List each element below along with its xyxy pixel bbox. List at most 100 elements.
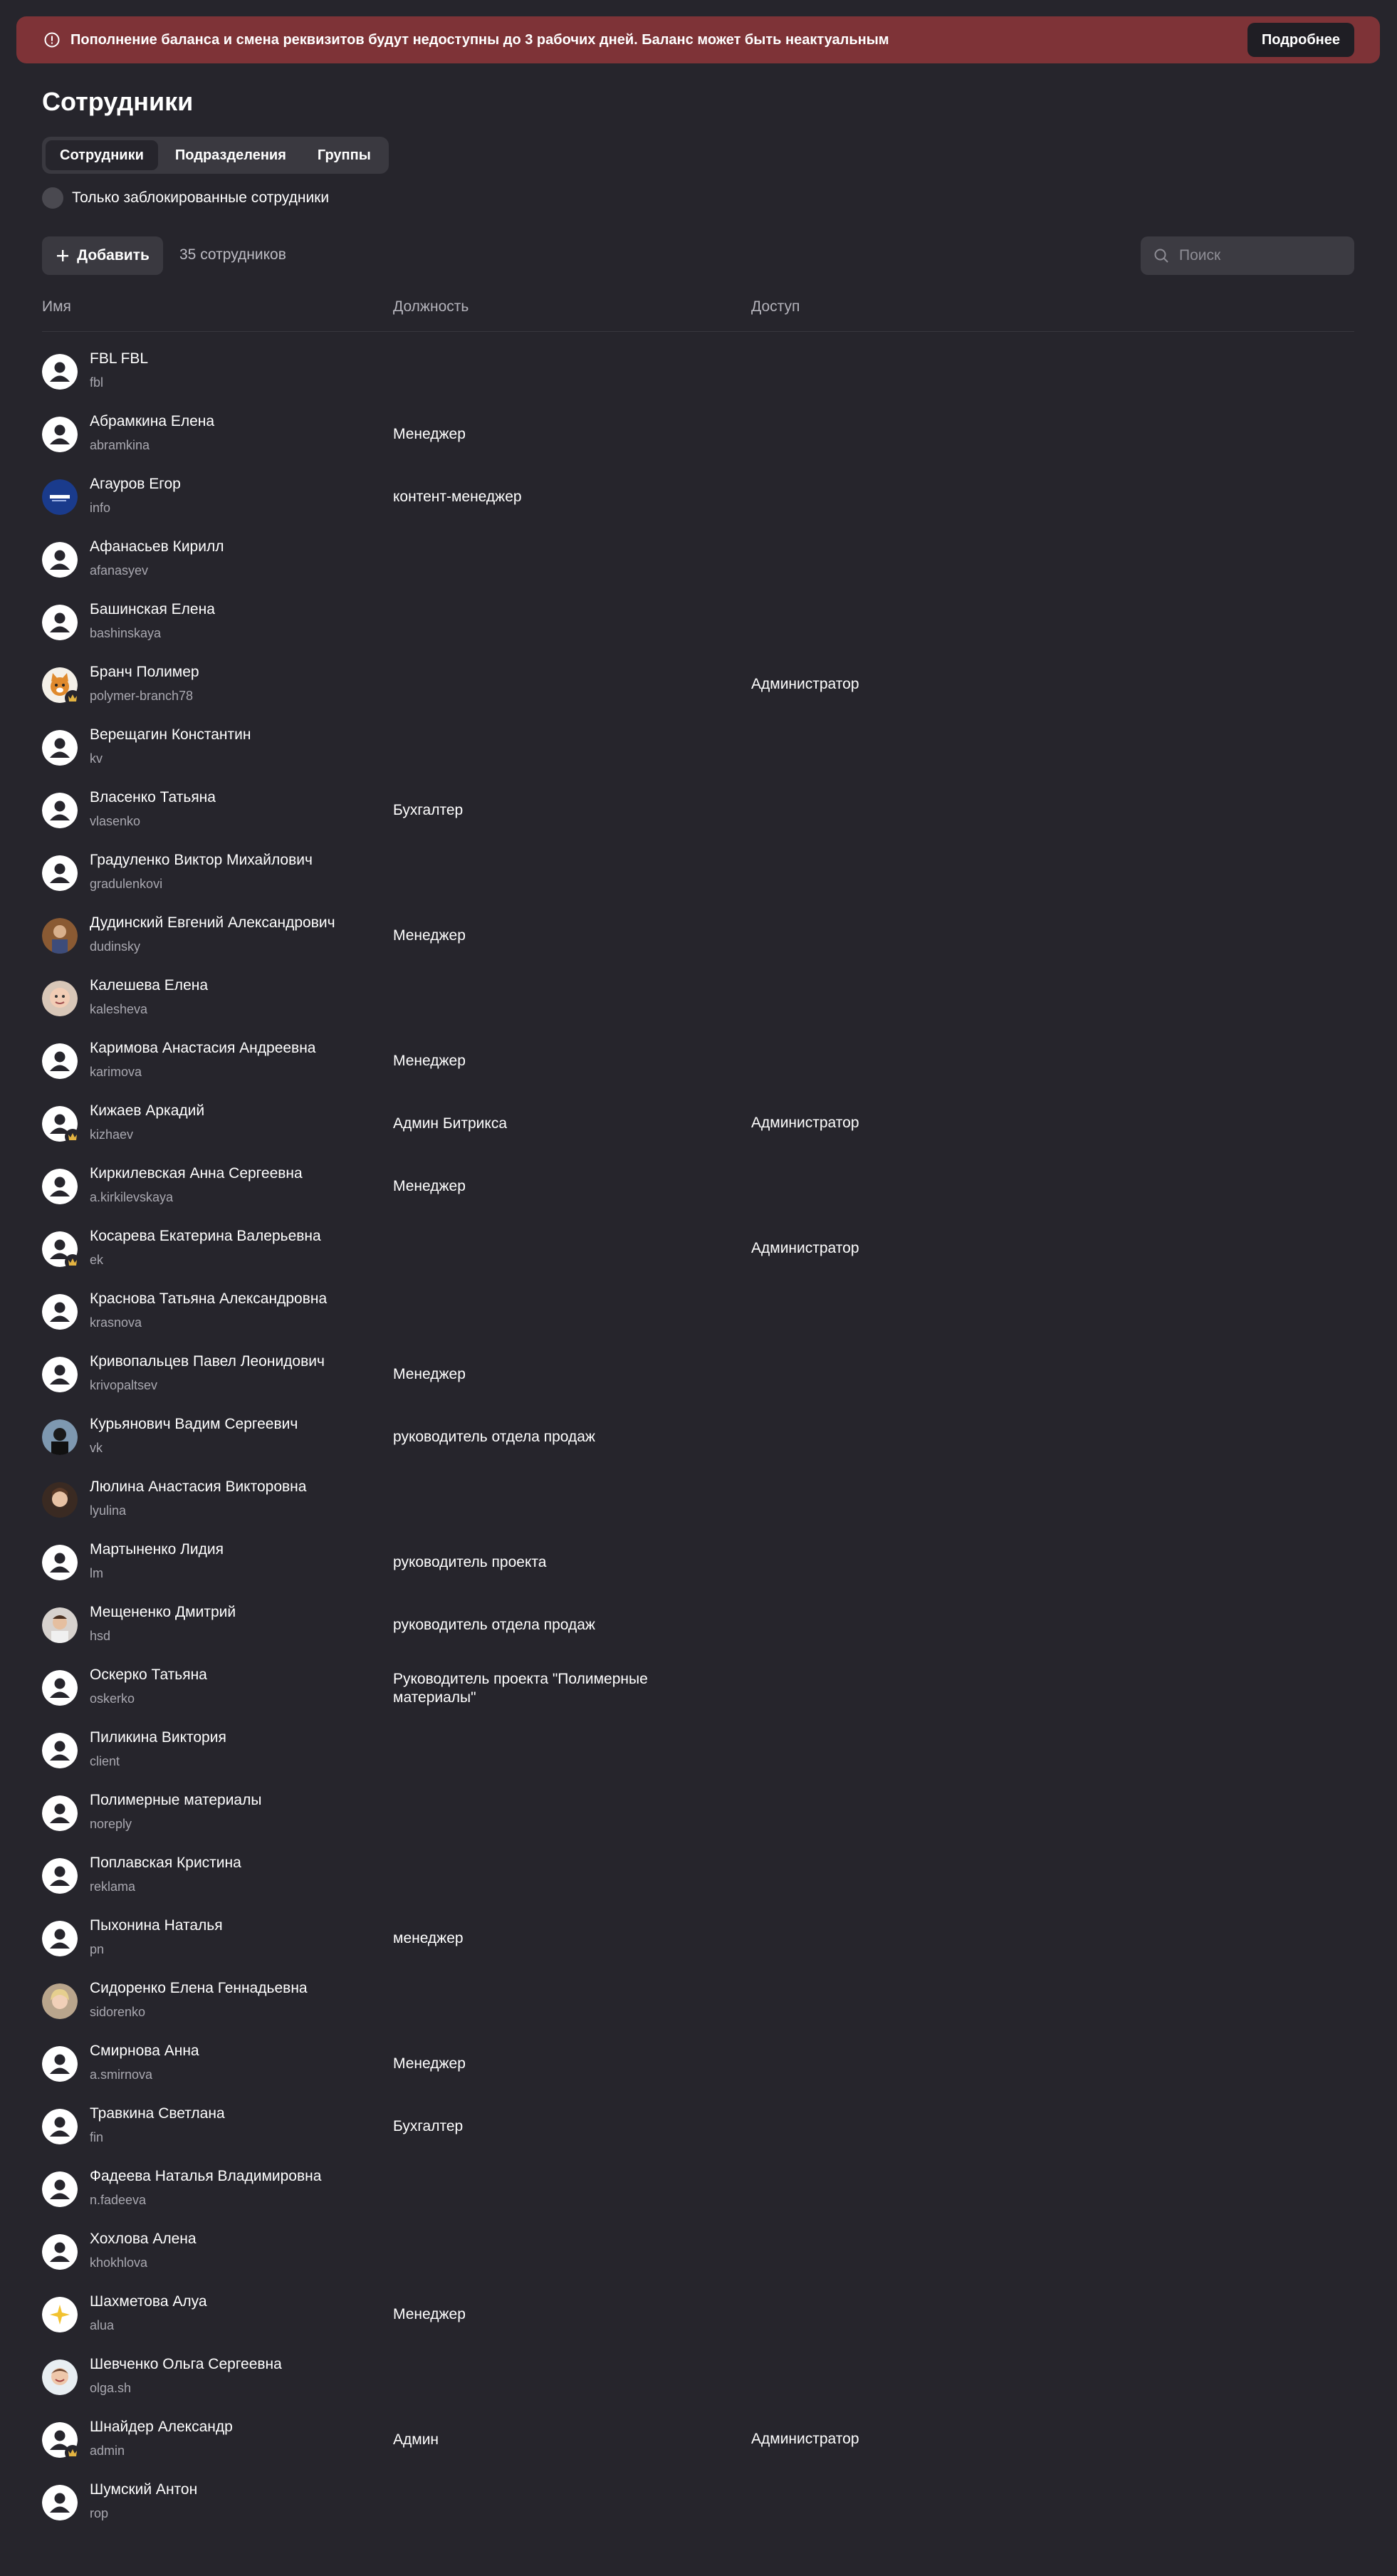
- column-header-access[interactable]: Доступ: [751, 298, 800, 316]
- employee-name[interactable]: Мещененко Дмитрий: [90, 1604, 236, 1621]
- employee-login: pn: [90, 1942, 105, 1956]
- employee-row[interactable]: Фадеева Наталья Владимировна n.fadeeva: [0, 2158, 1397, 2221]
- employee-name[interactable]: Шумский Антон: [90, 2481, 197, 2498]
- employee-name[interactable]: Мартыненко Лидия: [90, 1541, 224, 1558]
- employee-name[interactable]: Косарева Екатерина Валерьевна: [90, 1228, 321, 1245]
- employee-row[interactable]: Калешева Елена kalesheva: [0, 967, 1397, 1030]
- employee-row[interactable]: Афанасьев Кирилл afanasyev: [0, 528, 1397, 591]
- employee-name[interactable]: Травкина Светлана: [90, 2105, 225, 2122]
- employee-row[interactable]: Киркилевская Анна Сергеевна a.kirkilevska…: [0, 1155, 1397, 1218]
- employee-row[interactable]: Кривопальцев Павел Леонидович krivopaltse…: [0, 1343, 1397, 1406]
- employee-name[interactable]: Курьянович Вадим Сергеевич: [90, 1416, 298, 1433]
- employee-name[interactable]: Калешева Елена: [90, 977, 208, 994]
- employee-row[interactable]: Абрамкина Елена abramkina Менеджер: [0, 403, 1397, 466]
- employee-row[interactable]: Шнайдер Александр admin Админ Администратор: [0, 2409, 1397, 2471]
- employee-name[interactable]: FBL FBL: [90, 350, 148, 367]
- employee-row[interactable]: Люлина Анастасия Викторовна lyulina: [0, 1469, 1397, 1531]
- employee-row[interactable]: Шахметова Алуа alua Менеджер: [0, 2283, 1397, 2346]
- employee-row[interactable]: Косарева Екатерина Валерьевна ek Администр…: [0, 1218, 1397, 1281]
- employee-row[interactable]: Краснова Татьяна Александровна krasnova: [0, 1281, 1397, 1343]
- employee-row[interactable]: Башинская Елена bashinskaya: [0, 591, 1397, 654]
- banner-text: Пополнение баланса и смена реквизитов бу…: [70, 31, 889, 48]
- employee-row[interactable]: Полимерные материалы noreply: [0, 1782, 1397, 1845]
- employee-row[interactable]: Градуленко Виктор Михайлович gradulenkovi: [0, 842, 1397, 904]
- employee-name[interactable]: Киркилевская Анна Сергеевна: [90, 1165, 303, 1182]
- employee-login: olga.sh: [90, 2381, 132, 2395]
- employee-position: руководитель отдела продаж: [393, 1429, 595, 1445]
- column-header-name[interactable]: Имя: [42, 298, 71, 316]
- employee-login: sidorenko: [90, 2005, 146, 2019]
- employee-row[interactable]: Шумский Антон rop: [0, 2471, 1397, 2534]
- employee-name[interactable]: Бранч Полимер: [90, 664, 199, 681]
- employee-name[interactable]: Кижаев Аркадий: [90, 1102, 204, 1120]
- employee-row[interactable]: Мартыненко Лидия lm руководитель проекта: [0, 1531, 1397, 1594]
- employee-name[interactable]: Градуленко Виктор Михайлович: [90, 852, 313, 869]
- search-box[interactable]: [1141, 236, 1354, 275]
- tab-groups[interactable]: Группы: [303, 140, 385, 170]
- avatar-image: [42, 1043, 78, 1079]
- employee-position: Бухгалтер: [393, 2118, 464, 2134]
- employee-name[interactable]: Кривопальцев Павел Леонидович: [90, 1353, 325, 1370]
- employee-name[interactable]: Башинская Елена: [90, 601, 215, 618]
- employee-row[interactable]: Курьянович Вадим Сергеевич vk руководитель…: [0, 1406, 1397, 1469]
- blocked-only-toggle[interactable]: [42, 187, 63, 209]
- employee-row[interactable]: Верещагин Константин kv: [0, 716, 1397, 779]
- employee-name[interactable]: Шнайдер Александр: [90, 2419, 233, 2436]
- employee-row[interactable]: Бранч Полимер polymer-branch78 Администрат…: [0, 654, 1397, 716]
- employee-name[interactable]: Оскерко Татьяна: [90, 1667, 207, 1684]
- employee-row[interactable]: Смирнова Анна a.smirnova Менеджер: [0, 2033, 1397, 2095]
- employee-name[interactable]: Шахметова Алуа: [90, 2293, 207, 2310]
- employee-row[interactable]: Шевченко Ольга Сергеевна olga.sh: [0, 2346, 1397, 2409]
- employee-row[interactable]: Пиликина Виктория client: [0, 1719, 1397, 1782]
- employee-name[interactable]: Агауров Егор: [90, 476, 181, 493]
- employee-name[interactable]: Афанасьев Кирилл: [90, 538, 224, 556]
- avatar: [42, 354, 78, 390]
- employee-login: karimova: [90, 1065, 142, 1079]
- employee-name[interactable]: Пыхонина Наталья: [90, 1917, 223, 1934]
- employee-row[interactable]: Каримова Анастасия Андреевна karimova Мене…: [0, 1030, 1397, 1093]
- employee-row[interactable]: Кижаев Аркадий kizhaev Админ Битрикса Админ…: [0, 1093, 1397, 1155]
- employee-name[interactable]: Поплавская Кристина: [90, 1855, 241, 1872]
- employee-row[interactable]: Хохлова Алена khokhlova: [0, 2221, 1397, 2283]
- employee-name[interactable]: Абрамкина Елена: [90, 413, 214, 430]
- employee-name[interactable]: Фадеева Наталья Владимировна: [90, 2168, 321, 2185]
- employee-row[interactable]: Пыхонина Наталья pn менеджер: [0, 1907, 1397, 1970]
- employee-name[interactable]: Власенко Татьяна: [90, 789, 216, 806]
- column-header-position[interactable]: Должность: [393, 298, 469, 316]
- employee-position: Админ: [393, 2431, 439, 2448]
- avatar-image: [42, 2359, 78, 2395]
- avatar: [42, 918, 78, 954]
- employee-row[interactable]: Сидоренко Елена Геннадьевна sidorenko: [0, 1970, 1397, 2033]
- more-info-button[interactable]: Подробнее: [1247, 23, 1354, 57]
- avatar-image: [42, 2109, 78, 2144]
- avatar-image: [42, 1670, 78, 1706]
- employee-name[interactable]: Люлина Анастасия Викторовна: [90, 1479, 306, 1496]
- employee-login: hsd: [90, 1629, 111, 1643]
- employee-row[interactable]: Оскерко Татьяна oskerko Руководитель проек…: [0, 1657, 1397, 1719]
- employee-row[interactable]: Дудинский Евгений Александрович dudinsky М…: [0, 904, 1397, 967]
- employee-row[interactable]: Власенко Татьяна vlasenko Бухгалтер: [0, 779, 1397, 842]
- employee-name[interactable]: Сидоренко Елена Геннадьевна: [90, 1980, 308, 1997]
- avatar-image: [42, 1983, 78, 2019]
- employee-name[interactable]: Пиликина Виктория: [90, 1729, 226, 1746]
- employee-name[interactable]: Каримова Анастасия Андреевна: [90, 1040, 315, 1057]
- employee-name[interactable]: Шевченко Ольга Сергеевна: [90, 2356, 282, 2373]
- employee-name[interactable]: Полимерные материалы: [90, 1792, 261, 1809]
- employee-row[interactable]: FBL FBL fbl: [0, 340, 1397, 403]
- search-input[interactable]: [1178, 246, 1344, 265]
- blocked-only-filter[interactable]: Только заблокированные сотрудники: [42, 186, 329, 210]
- employee-name[interactable]: Хохлова Алена: [90, 2231, 197, 2248]
- employee-name[interactable]: Краснова Татьяна Александровна: [90, 1290, 327, 1308]
- employee-row[interactable]: Травкина Светлана fin Бухгалтер: [0, 2095, 1397, 2158]
- tab-departments[interactable]: Подразделения: [161, 140, 300, 170]
- employee-name[interactable]: Дудинский Евгений Александрович: [90, 914, 335, 932]
- add-employee-button[interactable]: Добавить: [42, 236, 163, 275]
- employee-row[interactable]: Мещененко Дмитрий hsd руководитель отдела …: [0, 1594, 1397, 1657]
- tab-employees[interactable]: Сотрудники: [46, 140, 158, 170]
- employee-position: Менеджер: [393, 1366, 466, 1382]
- employee-login: gradulenkovi: [90, 877, 163, 891]
- employee-name[interactable]: Верещагин Константин: [90, 726, 251, 744]
- employee-row[interactable]: Агауров Егор info контент-менеджер: [0, 466, 1397, 528]
- employee-row[interactable]: Поплавская Кристина reklama: [0, 1845, 1397, 1907]
- employee-name[interactable]: Смирнова Анна: [90, 2043, 199, 2060]
